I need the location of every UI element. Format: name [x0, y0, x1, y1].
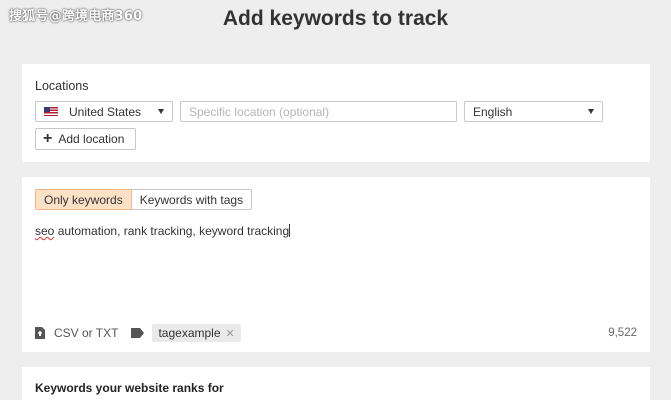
ranks-card: Keywords your website ranks for — [22, 367, 650, 400]
plus-icon: + — [43, 130, 53, 147]
country-select[interactable]: United States — [35, 101, 173, 122]
country-value: United States — [69, 104, 142, 119]
keywords-textarea[interactable]: seo automation, rank tracking, keyword t… — [35, 224, 291, 238]
upload-label[interactable]: CSV or TXT — [54, 326, 118, 340]
file-upload-icon[interactable] — [35, 327, 45, 339]
specific-location-input[interactable] — [180, 101, 457, 122]
keyword-mode-tabs: Only keywords Keywords with tags — [35, 189, 253, 210]
language-select[interactable]: English — [464, 101, 603, 122]
locations-card: Locations United States English + Add lo… — [22, 64, 650, 162]
tab-keywords-with-tags[interactable]: Keywords with tags — [131, 189, 253, 210]
keyword-count: 9,522 — [608, 327, 637, 339]
chevron-down-icon — [588, 109, 594, 114]
ranks-section-title: Keywords your website ranks for — [35, 381, 224, 395]
language-value: English — [473, 104, 513, 119]
keywords-text: automation, rank tracking, keyword track… — [54, 224, 290, 238]
keywords-footer: CSV or TXT tagexample ✕ — [35, 324, 241, 342]
tag-icon — [131, 328, 145, 338]
chevron-down-icon — [158, 109, 164, 114]
tag-chip[interactable]: tagexample ✕ — [152, 324, 241, 342]
add-location-button[interactable]: + Add location — [35, 128, 136, 150]
locations-label: Locations — [35, 79, 89, 93]
text-cursor — [289, 224, 291, 237]
tag-chip-label: tagexample — [158, 326, 221, 340]
us-flag-icon — [44, 107, 58, 116]
tab-only-keywords[interactable]: Only keywords — [35, 189, 132, 210]
close-icon[interactable]: ✕ — [226, 327, 235, 340]
keywords-card: Only keywords Keywords with tags seo aut… — [22, 177, 650, 352]
add-location-label: Add location — [58, 132, 125, 146]
misspelled-word: seo — [35, 224, 55, 238]
page-title: Add keywords to track — [222, 7, 449, 30]
